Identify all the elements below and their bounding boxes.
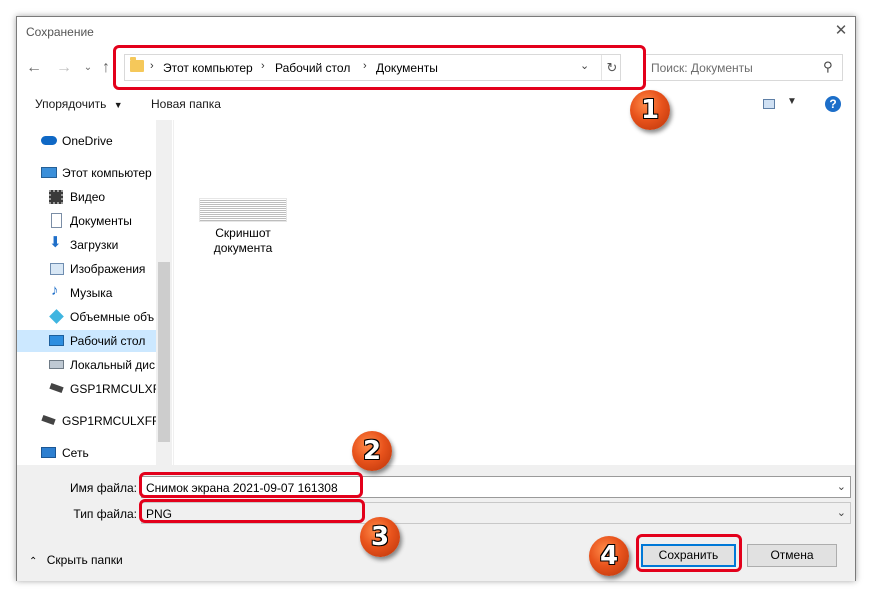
window-title: Сохранение [26, 25, 94, 39]
nav-item-label: Загрузки [70, 238, 119, 252]
nav-item-label: Рабочий стол [70, 334, 146, 348]
3d-objects-icon [49, 309, 64, 324]
desktop-icon [49, 335, 64, 346]
help-icon[interactable]: ? [825, 96, 841, 112]
forward-arrow-icon[interactable]: → [53, 57, 75, 79]
download-icon: ⬇ [49, 234, 62, 251]
annotation-badge-3: 3 [360, 517, 400, 557]
music-icon: ♪ [51, 282, 59, 299]
drive-icon [49, 382, 64, 394]
annotation-box-address [113, 45, 646, 90]
file-item[interactable]: Скриншот документа [177, 192, 309, 262]
nav-item-this-pc[interactable]: Этот компьютер [17, 162, 156, 184]
organize-button[interactable]: Упорядочить ▼ [35, 97, 123, 111]
annotation-badge-2: 2 [352, 431, 392, 471]
nav-item-label: Документы [70, 214, 132, 228]
computer-icon [41, 167, 57, 178]
nav-item-label: Видео [70, 190, 106, 204]
chevron-up-icon: ⌃ [29, 556, 38, 567]
nav-item-documents[interactable]: Документы [17, 210, 156, 232]
back-arrow-icon[interactable]: ← [23, 57, 45, 79]
drive-icon [41, 414, 56, 426]
annotation-badge-1: 1 [630, 90, 670, 130]
close-icon[interactable]: ✕ [833, 23, 849, 39]
image-icon [50, 263, 64, 275]
nav-item-local-disk[interactable]: Локальный дис [17, 354, 156, 376]
nav-item-label: Объемные объ [70, 310, 155, 324]
chevron-down-icon: ▼ [113, 100, 123, 110]
nav-item-pictures[interactable]: Изображения [17, 258, 156, 280]
nav-item-video[interactable]: Видео [17, 186, 156, 208]
document-icon [51, 213, 62, 228]
nav-item-network[interactable]: Сеть [17, 442, 156, 464]
navigation-pane: OneDrive Этот компьютер Видео Документы … [17, 120, 173, 465]
filename-label: Имя файла: [70, 481, 137, 495]
new-folder-button[interactable]: Новая папка [151, 97, 221, 111]
file-name: Скриншот документа [213, 226, 273, 255]
nav-item-label: Сеть [62, 446, 89, 460]
nav-item-label: Изображения [70, 262, 146, 276]
annotation-box-filename [139, 472, 363, 498]
annotation-badge-4: 4 [589, 536, 629, 576]
nav-item-music[interactable]: ♪ Музыка [17, 282, 156, 304]
search-input[interactable]: Поиск: Документы ⚲ [644, 54, 843, 81]
search-placeholder: Поиск: Документы [651, 61, 753, 75]
nav-item-label: GSP1RMCULXFR [70, 382, 156, 396]
nav-item-label: Локальный дис [70, 358, 155, 372]
nav-item-label: OneDrive [62, 134, 113, 148]
document-thumbnail-icon [199, 198, 287, 222]
chevron-down-icon[interactable]: ⌄ [837, 506, 846, 519]
nav-item-label: Этот компьютер [62, 166, 152, 180]
nav-item-onedrive[interactable]: OneDrive [17, 130, 156, 152]
organize-label: Упорядочить [35, 97, 107, 111]
hide-folders-button[interactable]: ⌃ Скрыть папки [29, 553, 123, 567]
nav-item-label: Музыка [70, 286, 113, 300]
pane-divider[interactable] [173, 120, 174, 465]
annotation-box-save [636, 534, 742, 572]
search-icon[interactable]: ⚲ [823, 59, 833, 75]
hide-folders-label: Скрыть папки [46, 553, 123, 567]
annotation-box-filetype [139, 499, 365, 523]
nav-item-label: GSP1RMCULXFRE [62, 414, 156, 428]
video-icon [49, 190, 63, 204]
chevron-down-icon[interactable]: ▼ [787, 96, 797, 107]
nav-item-downloads[interactable]: ⬇ Загрузки [17, 234, 156, 256]
cloud-icon [41, 136, 57, 145]
nav-item-desktop[interactable]: Рабочий стол [17, 330, 156, 352]
nav-item-usb-drive-1[interactable]: GSP1RMCULXFR [17, 378, 156, 400]
filetype-label: Тип файла: [73, 507, 137, 521]
nav-item-usb-drive-2[interactable]: GSP1RMCULXFRE [17, 410, 156, 432]
cancel-button[interactable]: Отмена [747, 544, 837, 567]
network-icon [41, 447, 56, 458]
nav-item-3d-objects[interactable]: Объемные объ [17, 306, 156, 328]
chevron-down-icon[interactable]: ⌄ [837, 480, 846, 493]
navigation-scrollbar-thumb[interactable] [158, 262, 170, 442]
view-options-icon[interactable] [763, 99, 775, 109]
disk-icon [49, 360, 64, 369]
